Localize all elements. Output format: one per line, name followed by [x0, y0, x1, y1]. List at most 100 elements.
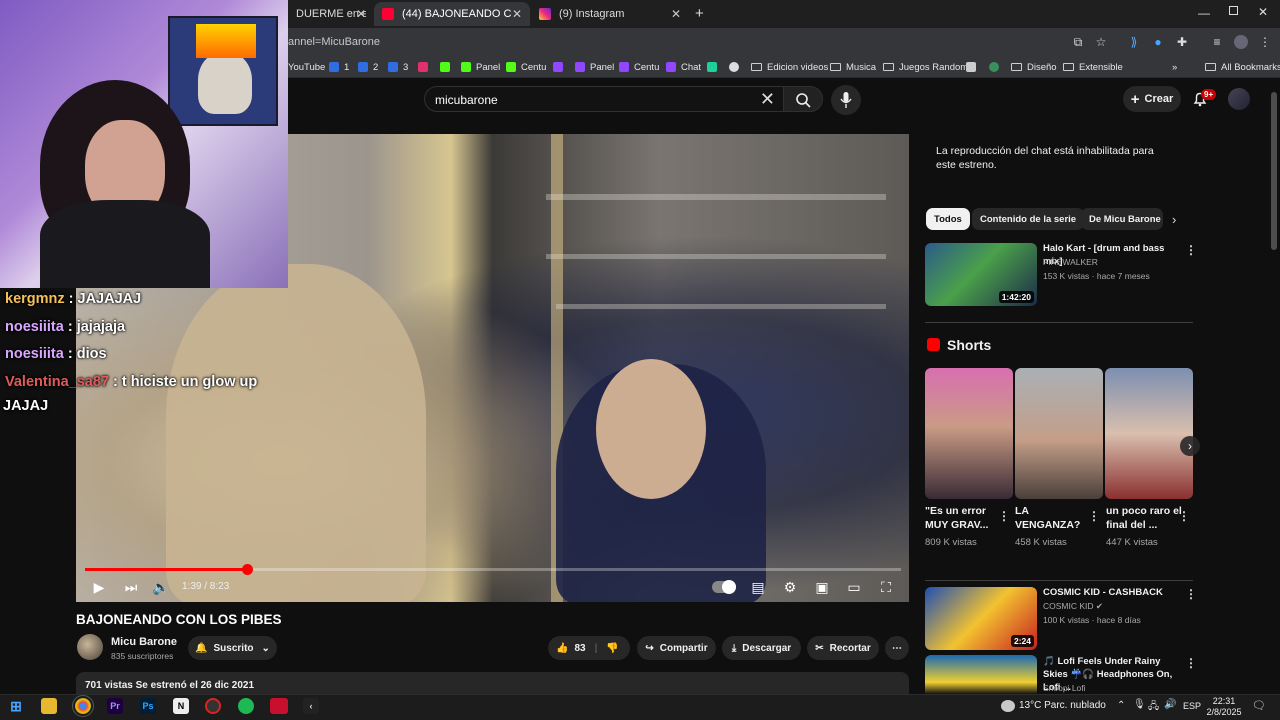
bookmark-kick[interactable]	[440, 59, 455, 75]
short-title[interactable]: un poco raro el final del ...	[1106, 504, 1186, 532]
tab-instagram[interactable]: (9) Instagram ✕	[531, 2, 689, 26]
more-vertical-icon[interactable]: ⋮	[1088, 510, 1100, 522]
restore-icon[interactable]	[1229, 6, 1238, 15]
close-tab-icon[interactable]: ✕	[512, 7, 522, 21]
bookmark-folder-diseno[interactable]: Diseño	[1011, 59, 1057, 75]
bookmark-app[interactable]	[707, 59, 722, 75]
voice-search-button[interactable]	[831, 85, 861, 115]
microphone-tray-icon[interactable]: 🎙	[1133, 699, 1146, 710]
short-thumbnail[interactable]	[1015, 368, 1103, 499]
input-language-indicator[interactable]: ESP	[1183, 701, 1201, 711]
taskbar-clock[interactable]: 22:31 2/8/2025	[1206, 696, 1242, 718]
bookmark-folder-musica[interactable]: Musica	[830, 59, 876, 75]
channel-name[interactable]: Micu Barone	[111, 636, 177, 648]
bookmark-star-icon[interactable]: ☆	[1095, 36, 1107, 48]
bookmark-twitch[interactable]	[553, 59, 568, 75]
chip-contenido-serie[interactable]: Contenido de la serie	[972, 208, 1085, 230]
bookmark-youtube[interactable]: YouTube	[288, 59, 325, 75]
search-input[interactable]: micubarone	[435, 93, 498, 107]
miniplayer-icon[interactable]: ▣	[813, 578, 831, 596]
chip-de-micu-barone[interactable]: De Micu Barone	[1081, 208, 1163, 230]
more-vertical-icon[interactable]: ⋮	[998, 510, 1010, 522]
short-thumbnail[interactable]	[1105, 368, 1193, 499]
windows-start-icon[interactable]: ⊞	[8, 698, 24, 714]
bookmark-instagram[interactable]	[418, 59, 433, 75]
related-video-channel[interactable]: FIREWALKER	[1043, 256, 1098, 269]
search-box[interactable]: micubarone ✕	[424, 86, 784, 112]
menu-kebab-icon[interactable]: ⋮	[1259, 36, 1271, 48]
more-actions-button[interactable]: ⋯	[885, 636, 909, 660]
volume-tray-icon[interactable]: 🔊	[1164, 699, 1176, 710]
chrome-icon[interactable]	[72, 695, 94, 717]
url-field[interactable]: annel=MicuBarone	[288, 32, 380, 52]
weather-cloud-icon[interactable]	[1001, 700, 1015, 712]
related-video-channel[interactable]: COSMIC KID ✔	[1043, 600, 1103, 613]
close-window-icon[interactable]: ✕	[1258, 5, 1268, 19]
related-video-thumbnail[interactable]: 1:42:20	[925, 243, 1037, 306]
chip-todos[interactable]: Todos	[926, 208, 970, 230]
bookmark-panel-kick[interactable]: Panel	[461, 59, 500, 75]
volume-icon[interactable]: 🔈	[152, 578, 170, 596]
bookmark-chat[interactable]: Chat	[666, 59, 701, 75]
autoplay-toggle[interactable]	[712, 580, 736, 594]
bookmark-globe[interactable]	[989, 59, 1004, 75]
minimize-icon[interactable]: —	[1198, 6, 1210, 20]
bookmark-discord[interactable]	[729, 59, 744, 75]
bookmark-2[interactable]: 2	[358, 59, 378, 75]
bookmark-centu-kick[interactable]: Centu	[506, 59, 546, 75]
bookmark-3[interactable]: 3	[388, 59, 408, 75]
bookmark-folder-juegos[interactable]: Juegos Random	[883, 59, 968, 75]
create-button[interactable]: + Crear	[1123, 86, 1181, 112]
theater-mode-icon[interactable]: ▭	[845, 578, 863, 596]
app-tile-icon[interactable]	[270, 698, 288, 714]
shorts-next-chevron-icon[interactable]: ›	[1180, 436, 1200, 456]
tab-bajoneando[interactable]: (44) BAJONEANDO CON LOS PI ✕	[374, 2, 530, 26]
new-tab-button[interactable]: +	[695, 5, 704, 22]
premiere-icon[interactable]: Pr	[107, 698, 123, 714]
tray-overflow-icon[interactable]: ⌃	[1117, 700, 1125, 711]
more-vertical-icon[interactable]: ⋮	[1185, 244, 1197, 256]
close-tab-icon[interactable]: ✕	[671, 7, 681, 21]
thumbs-down-icon[interactable]: 👎	[606, 643, 618, 654]
photoshop-icon[interactable]: Ps	[140, 698, 156, 714]
short-title[interactable]: LA VENGANZA?	[1015, 504, 1095, 532]
like-button[interactable]: 👍 83	[556, 643, 586, 654]
network-icon[interactable]: 🖧	[1148, 699, 1159, 716]
notion-icon[interactable]: N	[173, 698, 189, 714]
settings-gear-icon[interactable]: ⚙	[781, 578, 799, 596]
spotify-icon[interactable]	[238, 698, 254, 714]
extensions-puzzle-icon[interactable]: ✚	[1176, 36, 1188, 48]
extension-wave-icon[interactable]: ⟫	[1128, 36, 1140, 48]
search-button[interactable]	[783, 86, 823, 112]
fullscreen-icon[interactable]: ⛶	[877, 578, 895, 596]
short-thumbnail[interactable]	[925, 368, 1013, 499]
bookmark-cat[interactable]	[966, 59, 981, 75]
app-chevron-icon[interactable]: ‹	[303, 698, 319, 714]
more-vertical-icon[interactable]: ⋮	[1185, 657, 1197, 669]
more-vertical-icon[interactable]: ⋮	[1185, 588, 1197, 600]
close-tab-icon[interactable]: ✕	[356, 7, 366, 21]
tab-duerme[interactable]: DUERME en el N ✕	[288, 2, 374, 26]
obs-icon[interactable]	[205, 698, 221, 714]
cast-icon[interactable]: ⧉	[1072, 36, 1084, 48]
channel-avatar[interactable]	[77, 634, 103, 660]
clip-button[interactable]: ✂ Recortar	[807, 636, 879, 660]
play-icon[interactable]: ▶	[90, 578, 108, 596]
profile-avatar-icon[interactable]	[1234, 35, 1248, 49]
share-button[interactable]: ↪ Compartir	[637, 636, 716, 660]
clear-search-icon[interactable]: ✕	[760, 89, 775, 110]
notification-center-icon[interactable]: 🗨	[1252, 699, 1266, 712]
related-video-title[interactable]: COSMIC KID - CASHBACK	[1043, 586, 1178, 599]
file-explorer-icon[interactable]	[41, 698, 57, 714]
related-video-thumbnail[interactable]: 2:24	[925, 587, 1037, 650]
download-button[interactable]: ⤓ Descargar	[722, 636, 801, 660]
subtitles-icon[interactable]: ▤	[749, 578, 767, 596]
page-scrollbar[interactable]	[1271, 92, 1277, 250]
account-avatar[interactable]	[1228, 88, 1250, 110]
subscribed-button[interactable]: 🔔 Suscrito ⌄	[188, 636, 277, 660]
related-video-thumbnail[interactable]	[925, 655, 1037, 694]
bookmark-panel-twitch[interactable]: Panel	[575, 59, 614, 75]
bookmark-folder-edicion[interactable]: Edicion videos	[751, 59, 828, 75]
chevron-right-icon[interactable]: ›	[1172, 212, 1176, 227]
tab-search-icon[interactable]: ≡	[1211, 36, 1223, 48]
